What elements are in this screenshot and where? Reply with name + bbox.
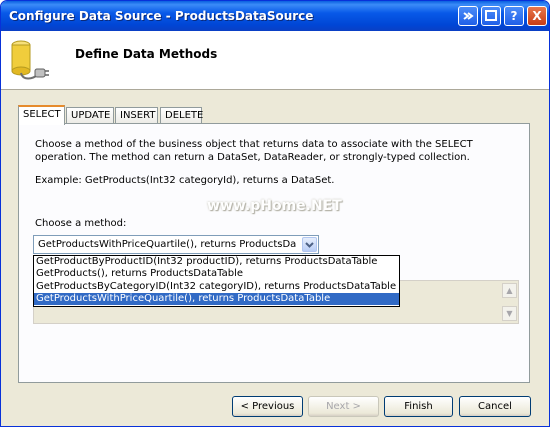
method-dropdown-list[interactable]: GetProductByProductID(Int32 productID), … — [33, 255, 400, 307]
wizard-header: Define Data Methods — [1, 31, 549, 90]
scroll-down-button[interactable]: ▼ — [502, 306, 517, 321]
scroll-up-button[interactable]: ▲ — [502, 283, 517, 298]
database-plug-icon — [11, 40, 49, 80]
tab-delete[interactable]: DELETE — [160, 107, 203, 123]
watermark: www.pHome.NET — [207, 198, 342, 214]
method-example: Example: GetProducts(Int32 categoryId), … — [35, 175, 335, 186]
close-button[interactable]: X — [527, 6, 547, 26]
method-option[interactable]: GetProductByProductID(Int32 productID), … — [34, 256, 399, 268]
method-select[interactable]: GetProductsWithPriceQuartile(), returns … — [33, 235, 319, 254]
dropdown-button[interactable] — [302, 237, 317, 252]
method-description: Choose a method of the business object t… — [35, 139, 473, 163]
next-button[interactable]: Next > — [308, 396, 379, 417]
restore-icon[interactable] — [458, 6, 478, 26]
selected-method-value: GetProductsWithPriceQuartile(), returns … — [38, 239, 296, 250]
page-title: Define Data Methods — [75, 47, 218, 61]
method-option[interactable]: GetProducts(), returns ProductsDataTable — [34, 268, 399, 280]
window-title: Configure Data Source - ProductsDataSour… — [9, 9, 314, 23]
select-tab-panel: Choose a method of the business object t… — [18, 123, 530, 383]
previous-button[interactable]: < Previous — [232, 396, 303, 417]
tab-select[interactable]: SELECT — [18, 105, 65, 125]
method-option[interactable]: GetProductsByCategoryID(Int32 categoryID… — [34, 281, 399, 293]
finish-button[interactable]: Finish — [384, 396, 453, 417]
help-button[interactable]: ? — [504, 6, 524, 26]
title-bar[interactable]: Configure Data Source - ProductsDataSour… — [1, 1, 549, 31]
choose-method-label: Choose a method: — [35, 218, 127, 229]
tab-insert[interactable]: INSERT — [115, 107, 158, 123]
chevron-down-icon — [305, 242, 314, 248]
minimize-icon[interactable] — [481, 6, 501, 26]
cancel-button[interactable]: Cancel — [459, 396, 531, 417]
tab-update[interactable]: UPDATE — [66, 107, 114, 123]
configure-data-source-dialog: Configure Data Source - ProductsDataSour… — [0, 0, 550, 427]
method-option-selected[interactable]: GetProductsWithPriceQuartile(), returns … — [34, 292, 399, 305]
